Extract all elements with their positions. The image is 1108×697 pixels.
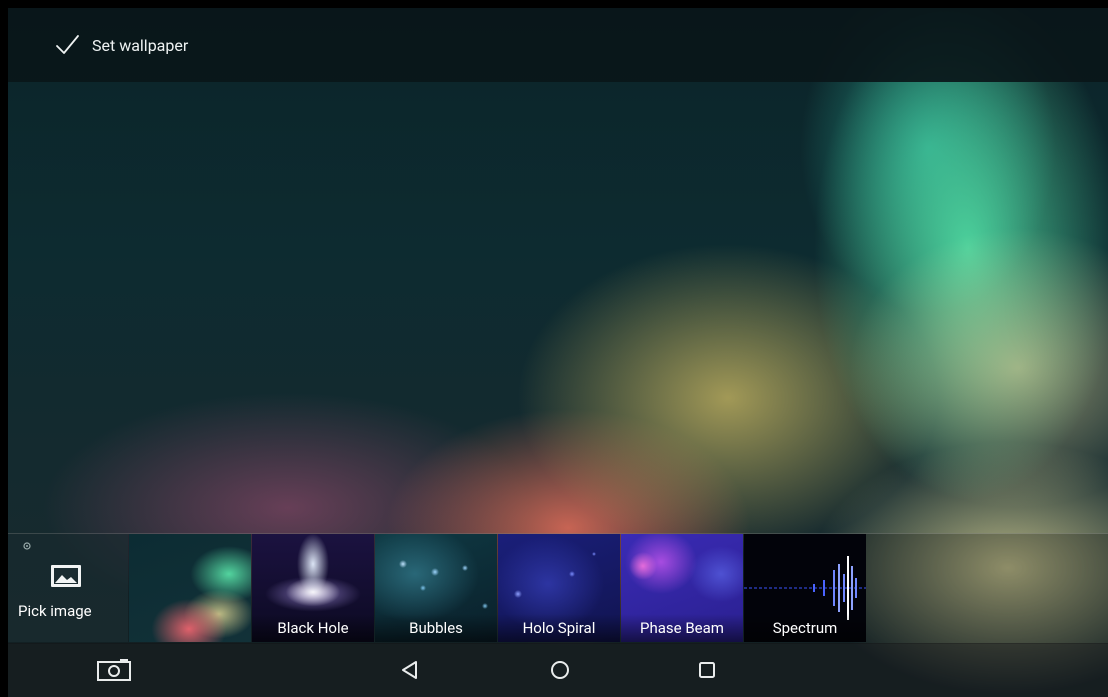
back-button[interactable] — [390, 655, 430, 685]
pick-image-label: Pick image — [18, 602, 92, 620]
pick-image-tile[interactable]: Pick image — [8, 534, 128, 642]
check-icon — [56, 35, 79, 54]
wallpaper-label-spectrum: Spectrum — [744, 614, 866, 642]
set-wallpaper-button[interactable]: Set wallpaper — [38, 18, 204, 72]
back-triangle-icon — [402, 661, 417, 679]
set-wallpaper-label: Set wallpaper — [92, 35, 189, 55]
settings-icon — [23, 542, 31, 550]
wallpaper-label-phase-beam: Phase Beam — [621, 614, 743, 642]
image-icon — [51, 565, 81, 587]
wallpaper-label-black-hole: Black Hole — [252, 614, 374, 642]
recents-square-icon — [699, 662, 715, 678]
wallpaper-tile-phase-beam[interactable]: Phase Beam — [621, 534, 743, 642]
wallpaper-tile-bubbles[interactable]: Bubbles — [375, 534, 497, 642]
wallpaper-label-bubbles: Bubbles — [375, 614, 497, 642]
camera-icon — [97, 659, 131, 681]
screenshot-button[interactable] — [94, 655, 134, 685]
wallpaper-tile-default[interactable] — [129, 534, 251, 642]
action-bar: Set wallpaper — [8, 8, 1108, 82]
home-button[interactable] — [540, 655, 580, 685]
wallpaper-tile-holo-spiral[interactable]: Holo Spiral — [498, 534, 620, 642]
home-circle-icon — [551, 661, 569, 679]
wallpaper-tile-black-hole[interactable]: Black Hole — [252, 534, 374, 642]
recents-button[interactable] — [687, 655, 727, 685]
screen: Set wallpaper Pick image Black Hole Bubb… — [0, 0, 1108, 697]
wallpaper-tile-spectrum[interactable]: Spectrum — [744, 534, 866, 642]
wallpaper-label-holo-spiral: Holo Spiral — [498, 614, 620, 642]
